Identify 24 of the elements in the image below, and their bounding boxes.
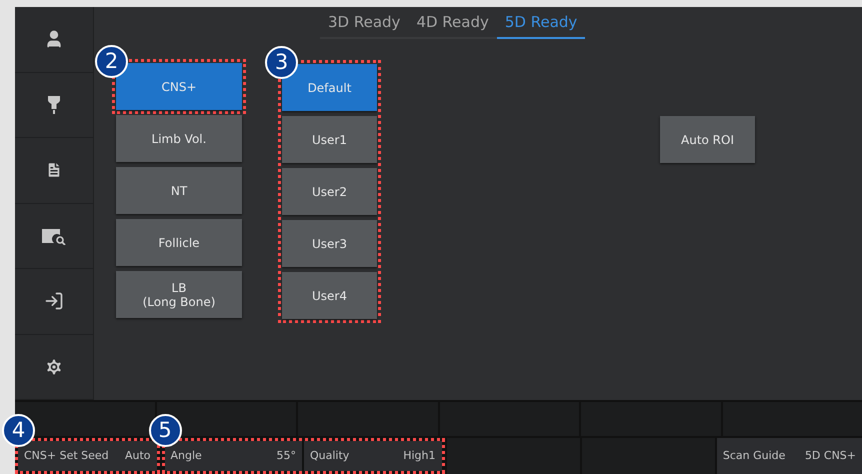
callout-number: 4 (2, 414, 35, 447)
mode-button[interactable]: User3 (282, 220, 377, 267)
callout-number: 3 (265, 46, 298, 79)
mode-button[interactable]: User2 (282, 168, 377, 215)
mode-button[interactable]: LB (Long Bone) (116, 271, 242, 318)
settings-icon (44, 356, 64, 377)
mode-button[interactable]: NT (116, 167, 242, 214)
mode-tab[interactable]: 4D Ready (408, 7, 497, 39)
callout-number: 2 (95, 45, 128, 78)
mode-tab[interactable]: 5D Ready (496, 7, 586, 39)
mode-button[interactable]: User4 (282, 272, 377, 319)
setting-cell[interactable]: Angle 55° (164, 441, 302, 471)
mode-button[interactable]: Follicle (116, 219, 242, 266)
mode-button[interactable]: Limb Vol. (116, 115, 242, 162)
mode-button[interactable]: Auto ROI (660, 116, 755, 163)
setting-cell[interactable]: Quality High1 (304, 441, 442, 471)
probe-icon (47, 94, 61, 115)
image-search-icon (41, 226, 67, 245)
setting-cell[interactable]: CNS+ Set Seed Auto (18, 441, 156, 471)
setting-cell[interactable]: Scan Guide 5D CNS+ (716, 438, 862, 474)
mode-tab[interactable]: 3D Ready (320, 7, 408, 39)
mode-button[interactable]: User1 (282, 116, 377, 163)
mode-button[interactable]: CNS+ (116, 63, 242, 110)
exit-icon (44, 291, 64, 312)
